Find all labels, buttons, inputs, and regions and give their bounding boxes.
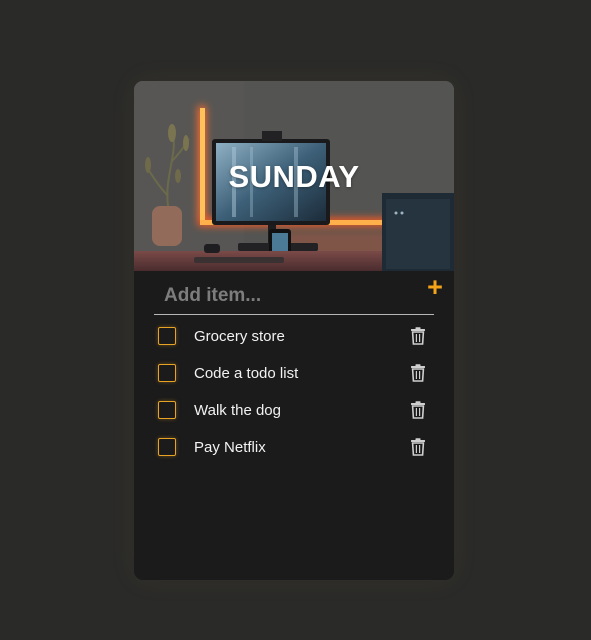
trash-icon [411, 438, 425, 456]
todo-checkbox[interactable] [158, 401, 176, 419]
add-item-row: + [134, 271, 454, 317]
todo-label: Walk the dog [194, 402, 281, 419]
todo-card: SUNDAY + Grocery store Code a todo li [134, 81, 454, 580]
todo-checkbox[interactable] [158, 364, 176, 382]
trash-icon [411, 327, 425, 345]
todo-label: Code a todo list [194, 365, 299, 382]
trash-icon [411, 364, 425, 382]
todo-label: Pay Netflix [194, 439, 266, 456]
plus-icon: + [427, 272, 443, 302]
todo-checkbox[interactable] [158, 438, 176, 456]
delete-button[interactable] [410, 327, 426, 345]
todo-label: Grocery store [194, 328, 285, 345]
todo-item: Walk the dog [134, 401, 454, 438]
delete-button[interactable] [410, 401, 426, 419]
day-title: SUNDAY [228, 159, 360, 194]
header-image: SUNDAY [134, 81, 454, 271]
todo-item: Grocery store [134, 327, 454, 364]
todo-item: Pay Netflix [134, 438, 454, 475]
todo-item: Code a todo list [134, 364, 454, 401]
delete-button[interactable] [410, 364, 426, 382]
add-item-input[interactable] [154, 277, 434, 315]
add-item-button[interactable]: + [424, 274, 446, 301]
todo-list: Grocery store Code a todo list Walk the … [134, 327, 454, 475]
delete-button[interactable] [410, 438, 426, 456]
todo-checkbox[interactable] [158, 327, 176, 345]
trash-icon [411, 401, 425, 419]
